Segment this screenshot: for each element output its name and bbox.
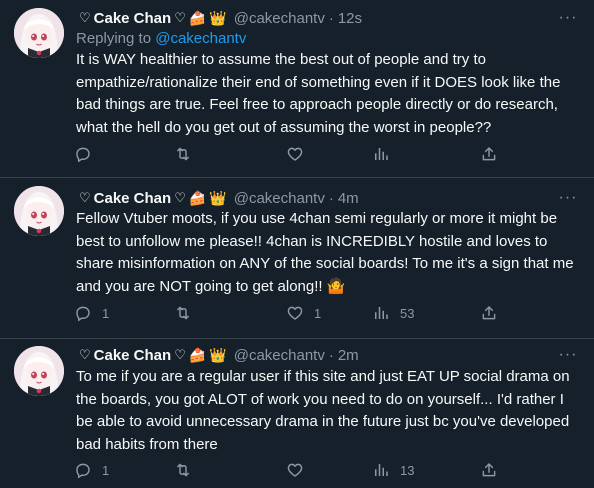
tweet-actions: 1 13 [68, 459, 508, 481]
cake-emoji: 🍰 [188, 10, 207, 26]
heart-icon [287, 306, 303, 320]
crown-emoji: 👑 [209, 347, 227, 363]
reply-icon [76, 463, 90, 478]
more-options-icon[interactable]: ··· [558, 345, 578, 365]
cake-emoji: 🍰 [188, 347, 207, 363]
views-button[interactable]: 13 [372, 459, 414, 481]
user-handle[interactable]: @cakechantv [234, 190, 325, 207]
heart-icon [287, 147, 303, 161]
heart-decoration: ♡ [79, 347, 91, 362]
reply-count: 1 [102, 462, 110, 478]
tweet-header: ♡ Cake Chan ♡ 🍰 👑 @cakechantv · 12s [76, 7, 362, 29]
avatar-image [14, 346, 64, 396]
tweet-text: To me if you are a regular user if this … [76, 368, 570, 453]
reply-icon [76, 306, 90, 321]
like-button[interactable]: 1 [286, 302, 321, 324]
heart-decoration: ♡ [174, 190, 186, 205]
tweet-text: It is WAY healthier to assume the best o… [76, 51, 561, 136]
tweet-actions [68, 143, 508, 165]
tweet-header: ♡ Cake Chan ♡ 🍰 👑 @cakechantv · 2m [76, 344, 359, 366]
timestamp[interactable]: 2m [338, 347, 359, 364]
retweet-icon [177, 306, 189, 320]
share-button[interactable] [480, 143, 498, 165]
heart-icon [287, 463, 303, 477]
reply-button[interactable]: 1 [74, 302, 109, 324]
avatar[interactable] [14, 186, 64, 236]
share-icon [482, 306, 496, 320]
like-button[interactable] [286, 459, 314, 481]
timestamp[interactable]: 4m [338, 190, 359, 207]
heart-decoration: ♡ [174, 10, 186, 25]
separator-dot: · [328, 346, 334, 364]
avatar-image [14, 8, 64, 58]
avatar[interactable] [14, 8, 64, 58]
view-count: 53 [400, 305, 415, 321]
tweet-3[interactable]: ♡ Cake Chan ♡ 🍰 👑 @cakechantv · 2m ··· T… [0, 338, 594, 488]
reply-button[interactable] [74, 143, 102, 165]
view-count: 13 [400, 462, 415, 478]
reply-button[interactable]: 1 [74, 459, 109, 481]
views-button[interactable] [372, 143, 400, 165]
tweet-actions: 1 1 53 [68, 302, 508, 324]
heart-decoration: ♡ [79, 190, 91, 205]
replying-to: Replying to @cakechantv [76, 30, 246, 47]
reply-icon [76, 147, 90, 162]
share-button[interactable] [480, 302, 498, 324]
replying-to-link[interactable]: @cakechantv [155, 30, 246, 47]
more-options-icon[interactable]: ··· [558, 8, 578, 28]
separator-dot: · [328, 9, 334, 27]
crown-emoji: 👑 [209, 10, 227, 26]
user-handle[interactable]: @cakechantv [234, 347, 325, 364]
retweet-button[interactable] [174, 143, 202, 165]
share-icon [482, 463, 496, 477]
views-icon [375, 307, 388, 319]
like-count: 1 [314, 305, 322, 321]
heart-decoration: ♡ [79, 10, 91, 25]
views-icon [375, 464, 388, 476]
heart-decoration: ♡ [174, 347, 186, 362]
views-button[interactable]: 53 [372, 302, 414, 324]
like-button[interactable] [286, 143, 314, 165]
retweet-button[interactable] [174, 459, 202, 481]
tweet-text: Fellow Vtuber moots, if you use 4chan se… [76, 210, 574, 295]
avatar-image [14, 186, 64, 236]
user-handle[interactable]: @cakechantv [234, 10, 325, 27]
cake-emoji: 🍰 [188, 190, 207, 206]
tweet-2[interactable]: ♡ Cake Chan ♡ 🍰 👑 @cakechantv · 4m ··· F… [0, 178, 594, 338]
reply-count: 1 [102, 305, 110, 321]
separator-dot: · [328, 189, 334, 207]
tweet-1[interactable]: ♡ Cake Chan ♡ 🍰 👑 @cakechantv · 12s ··· … [0, 0, 594, 178]
replying-prefix: Replying to [76, 30, 156, 47]
share-icon [482, 147, 496, 161]
crown-emoji: 👑 [209, 190, 227, 206]
more-options-icon[interactable]: ··· [558, 188, 578, 208]
retweet-icon [177, 147, 189, 161]
display-name[interactable]: Cake Chan [94, 347, 172, 364]
tweet-header: ♡ Cake Chan ♡ 🍰 👑 @cakechantv · 4m [76, 187, 359, 209]
avatar[interactable] [14, 346, 64, 396]
display-name[interactable]: Cake Chan [94, 10, 172, 27]
timestamp[interactable]: 12s [338, 10, 362, 27]
retweet-icon [177, 463, 189, 477]
share-button[interactable] [480, 459, 498, 481]
views-icon [375, 148, 388, 160]
retweet-button[interactable] [174, 302, 202, 324]
display-name[interactable]: Cake Chan [94, 190, 172, 207]
